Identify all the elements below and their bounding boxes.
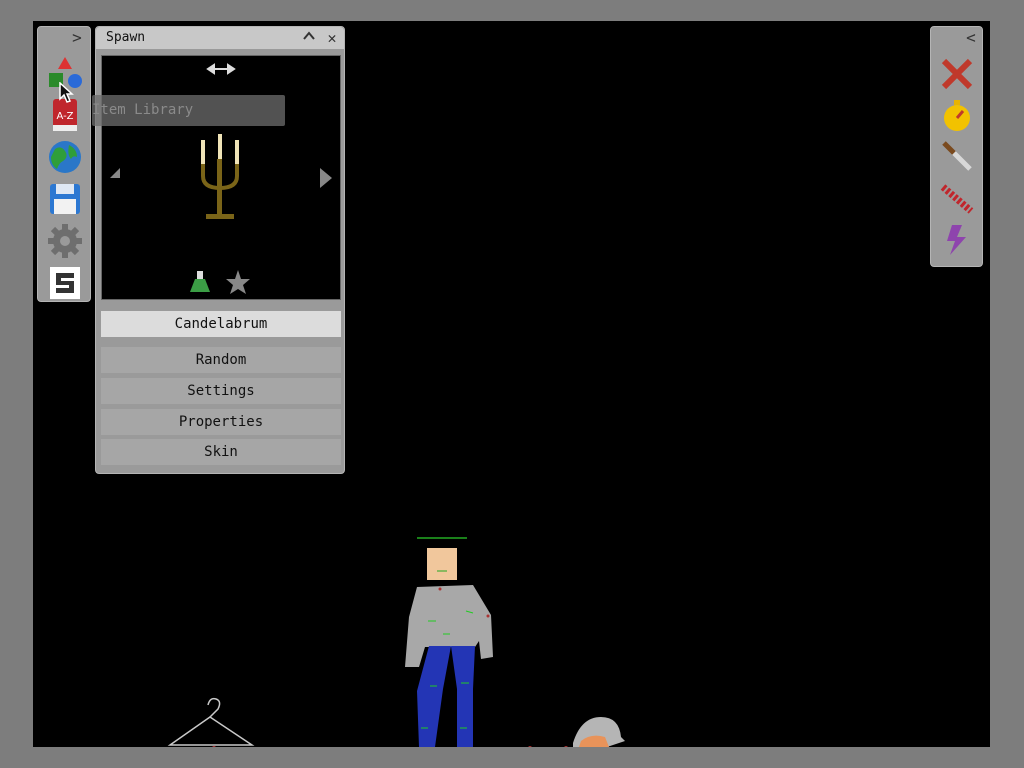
preview-canvas <box>110 63 332 294</box>
chevron-up-icon <box>303 31 315 40</box>
save-icon[interactable] <box>47 181 83 217</box>
flask-icon[interactable] <box>190 271 210 292</box>
lightning-icon[interactable] <box>940 223 974 257</box>
timer-icon[interactable] <box>940 99 974 133</box>
ragdoll-person[interactable] <box>405 537 493 747</box>
item-library-tooltip: Item Library <box>92 95 285 126</box>
s-logo-icon[interactable] <box>47 265 83 301</box>
next-item-arrow[interactable] <box>320 168 332 188</box>
star-icon[interactable] <box>226 270 250 294</box>
spawn-panel: Spawn ✕ Candelabrum Random Settings Prop… <box>95 26 345 474</box>
settings-gear-icon[interactable] <box>47 223 83 259</box>
delete-x-icon[interactable] <box>940 57 974 91</box>
previous-item-arrow[interactable] <box>110 168 120 188</box>
world-icon[interactable] <box>47 139 83 175</box>
spawn-title-bar[interactable]: Spawn ✕ <box>96 27 344 49</box>
collapse-toolbar-button[interactable]: < <box>964 29 978 47</box>
skin-button[interactable]: Skin <box>101 439 341 465</box>
mouse-cursor-icon <box>59 82 74 103</box>
right-toolbar: < <box>930 26 983 267</box>
knife-icon[interactable] <box>940 139 974 173</box>
chain-icon[interactable] <box>940 181 974 215</box>
left-toolbar: > A-Z <box>37 26 91 302</box>
item-preview <box>101 55 341 300</box>
settings-button[interactable]: Settings <box>101 378 341 404</box>
coat-hanger[interactable] <box>167 697 255 746</box>
close-panel-button[interactable]: ✕ <box>323 29 341 47</box>
minimize-panel-button[interactable] <box>300 29 318 47</box>
resize-arrow-icon[interactable] <box>206 63 236 75</box>
item-name-label: Candelabrum <box>101 311 341 337</box>
candelabrum-sprite <box>201 134 239 219</box>
properties-button[interactable]: Properties <box>101 409 341 435</box>
random-button[interactable]: Random <box>101 347 341 373</box>
fallen-head[interactable] <box>573 717 625 747</box>
spawn-panel-title: Spawn <box>106 30 146 45</box>
library-badge-text: A-Z <box>56 111 73 122</box>
expand-toolbar-button[interactable]: > <box>70 29 84 47</box>
